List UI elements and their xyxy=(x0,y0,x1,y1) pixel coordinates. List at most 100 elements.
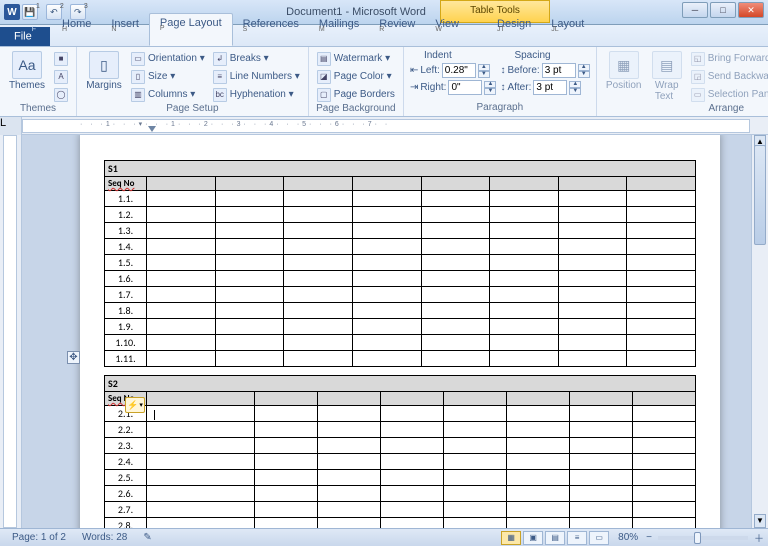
seq-cell[interactable]: 1.3. xyxy=(105,223,147,239)
seq-cell[interactable]: 2.8. xyxy=(105,518,147,529)
tab-view[interactable]: ViewW xyxy=(425,15,469,46)
table-row[interactable]: 1.2. xyxy=(105,207,696,223)
minimize-button[interactable]: ─ xyxy=(682,2,708,18)
scroll-down-icon[interactable]: ▼ xyxy=(754,514,766,528)
seq-cell[interactable]: 1.8. xyxy=(105,303,147,319)
seq-cell[interactable]: 1.7. xyxy=(105,287,147,303)
table-row[interactable]: 1.4. xyxy=(105,239,696,255)
tab-references[interactable]: ReferencesS xyxy=(233,15,309,46)
indent-right-spinner[interactable]: ▲▼ xyxy=(484,81,496,95)
table-row[interactable]: 1.11. xyxy=(105,351,696,367)
theme-fonts-button[interactable]: A xyxy=(52,68,70,85)
orientation-button[interactable]: ▭Orientation ▾ xyxy=(129,50,207,67)
document-table[interactable]: S1Seq No1.1.1.2.1.3.1.4.1.5.1.6.1.7.1.8.… xyxy=(104,160,696,367)
theme-colors-button[interactable]: ■ xyxy=(52,50,70,67)
seq-cell[interactable]: 2.3. xyxy=(105,438,147,454)
selection-pane-button[interactable]: ▭Selection Pane xyxy=(689,86,768,103)
seq-cell[interactable]: 1.10. xyxy=(105,335,147,351)
table-row[interactable]: 2.7. xyxy=(105,502,696,518)
table-row[interactable]: 2.4. xyxy=(105,454,696,470)
margins-button[interactable]: ▯Margins xyxy=(83,49,125,103)
theme-effects-button[interactable]: ◯ xyxy=(52,86,70,103)
tab-table-layout[interactable]: LayoutJL xyxy=(541,15,594,46)
tab-table-design[interactable]: DesignJT xyxy=(487,15,541,46)
seq-cell[interactable]: 2.4. xyxy=(105,454,147,470)
seq-cell[interactable]: 2.7. xyxy=(105,502,147,518)
line-numbers-button[interactable]: ≡Line Numbers ▾ xyxy=(211,68,302,85)
seq-cell[interactable]: 1.4. xyxy=(105,239,147,255)
vertical-ruler[interactable] xyxy=(0,135,22,528)
zoom-out-button[interactable]: − xyxy=(646,532,652,543)
themes-button[interactable]: AaThemes xyxy=(6,49,48,103)
view-draft-icon[interactable]: ▭ xyxy=(589,531,609,545)
table-row[interactable]: 1.3. xyxy=(105,223,696,239)
table-row[interactable]: 2.3. xyxy=(105,438,696,454)
spacing-before-spinner[interactable]: ▲▼ xyxy=(578,64,590,78)
tab-page-layout[interactable]: Page LayoutP xyxy=(149,13,233,46)
indent-right-input[interactable] xyxy=(448,80,482,95)
table-row[interactable]: 1.5. xyxy=(105,255,696,271)
table-move-handle[interactable]: ✥ xyxy=(67,351,80,364)
seq-cell[interactable]: 2.6. xyxy=(105,486,147,502)
table-row[interactable]: 1.10. xyxy=(105,335,696,351)
indent-left-spinner[interactable]: ▲▼ xyxy=(478,64,490,78)
seq-cell[interactable]: 1.6. xyxy=(105,271,147,287)
auto-fill-options-icon[interactable]: ⚡ xyxy=(125,397,145,413)
table-row[interactable]: 1.8. xyxy=(105,303,696,319)
horizontal-ruler[interactable]: L · · ·1· · ·▾· · ·1· · ·2· · ·3· · ·4· … xyxy=(0,117,768,135)
scroll-thumb[interactable] xyxy=(754,145,766,245)
breaks-button[interactable]: ↲Breaks ▾ xyxy=(211,50,302,67)
view-web-layout-icon[interactable]: ▤ xyxy=(545,531,565,545)
view-print-layout-icon[interactable]: ▦ xyxy=(501,531,521,545)
table-title[interactable]: S1 xyxy=(105,161,696,177)
close-button[interactable]: ✕ xyxy=(738,2,764,18)
zoom-in-button[interactable]: ＋ xyxy=(754,530,764,545)
status-words[interactable]: Words: 28 xyxy=(74,532,135,543)
maximize-button[interactable]: □ xyxy=(710,2,736,18)
table-row[interactable]: 2.8. xyxy=(105,518,696,529)
page-color-button[interactable]: ◪Page Color ▾ xyxy=(315,68,397,85)
page-borders-button[interactable]: ▢Page Borders xyxy=(315,86,397,103)
seq-cell[interactable]: 1.5. xyxy=(105,255,147,271)
zoom-slider[interactable] xyxy=(658,536,748,540)
tab-insert[interactable]: InsertN xyxy=(101,15,149,46)
document-area[interactable]: S1Seq No1.1.1.2.1.3.1.4.1.5.1.6.1.7.1.8.… xyxy=(22,135,751,528)
table-row[interactable]: 1.9. xyxy=(105,319,696,335)
seq-cell[interactable]: 2.2. xyxy=(105,422,147,438)
seq-cell[interactable]: 1.2. xyxy=(105,207,147,223)
document-table[interactable]: S2Seq No2.1.2.2.2.3.2.4.2.5.2.6.2.7.2.8.… xyxy=(104,375,696,528)
seq-cell[interactable]: 1.11. xyxy=(105,351,147,367)
tab-home[interactable]: HomeH xyxy=(52,15,101,46)
table-row[interactable]: 1.6. xyxy=(105,271,696,287)
size-button[interactable]: ▯Size ▾ xyxy=(129,68,207,85)
spacing-before-input[interactable] xyxy=(542,63,576,78)
table-header-seqno[interactable]: Seq No xyxy=(105,177,147,191)
spacing-after-spinner[interactable]: ▲▼ xyxy=(569,81,581,95)
word-app-icon[interactable]: W xyxy=(4,4,20,20)
table-title[interactable]: S2 xyxy=(105,376,696,392)
table-row[interactable]: 2.1. xyxy=(105,406,696,422)
table-row[interactable]: 2.2. xyxy=(105,422,696,438)
tab-review[interactable]: ReviewR xyxy=(369,15,425,46)
columns-button[interactable]: ▥Columns ▾ xyxy=(129,86,207,103)
seq-cell[interactable]: 1.1. xyxy=(105,191,147,207)
status-page[interactable]: Page: 1 of 2 xyxy=(4,532,74,543)
table-row[interactable]: 1.1. xyxy=(105,191,696,207)
seq-cell[interactable]: 1.9. xyxy=(105,319,147,335)
view-outline-icon[interactable]: ≡ xyxy=(567,531,587,545)
status-zoom[interactable]: 80% xyxy=(610,532,646,543)
vertical-scrollbar[interactable]: ▲ ▼ xyxy=(751,135,768,528)
tab-file[interactable]: FileF xyxy=(0,27,50,46)
table-row[interactable]: 2.5. xyxy=(105,470,696,486)
hyphenation-button[interactable]: bcHyphenation ▾ xyxy=(211,86,302,103)
document-page[interactable]: S1Seq No1.1.1.2.1.3.1.4.1.5.1.6.1.7.1.8.… xyxy=(80,135,720,528)
indent-left-input[interactable] xyxy=(442,63,476,78)
seq-cell[interactable]: 2.5. xyxy=(105,470,147,486)
table-row[interactable]: 2.6. xyxy=(105,486,696,502)
tab-mailings[interactable]: MailingsM xyxy=(309,15,369,46)
spacing-after-input[interactable] xyxy=(533,80,567,95)
watermark-button[interactable]: ▤Watermark ▾ xyxy=(315,50,397,67)
table-row[interactable]: 1.7. xyxy=(105,287,696,303)
view-full-screen-icon[interactable]: ▣ xyxy=(523,531,543,545)
status-proofing-icon[interactable]: ✎ xyxy=(135,532,159,543)
